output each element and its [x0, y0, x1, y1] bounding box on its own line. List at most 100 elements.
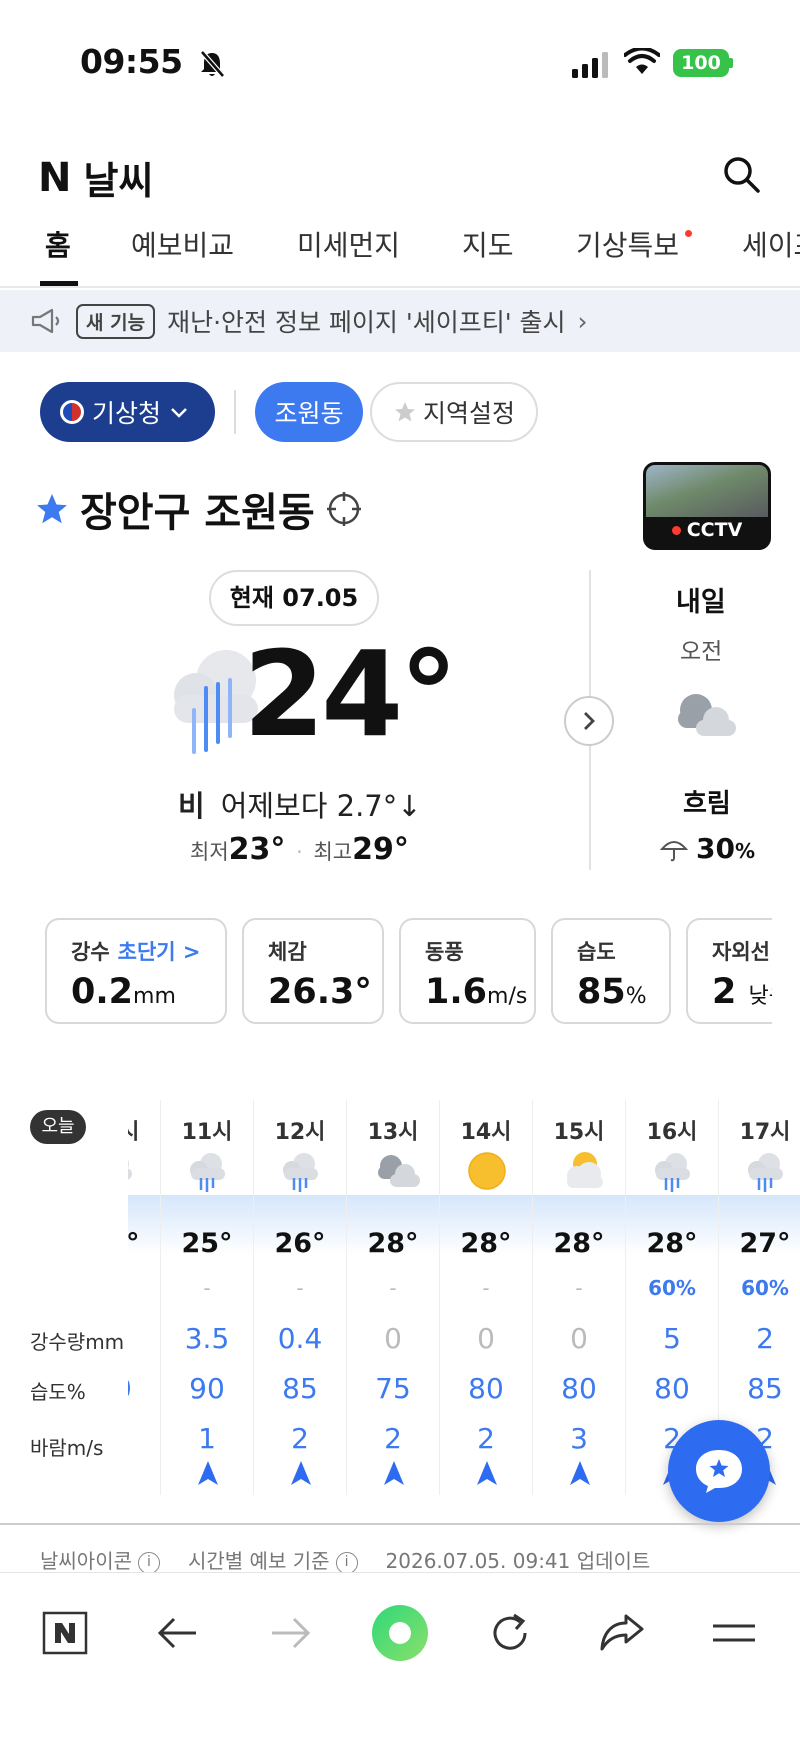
hour-temp: 28°	[460, 1228, 512, 1259]
agency-dropdown[interactable]: 기상청	[40, 382, 215, 442]
hour-humidity: 85	[747, 1372, 783, 1405]
info-icon: i	[138, 1551, 160, 1574]
wind-direction-icon	[383, 1460, 405, 1490]
forward-button[interactable]	[260, 1603, 320, 1663]
hour-temp: 28°	[553, 1228, 605, 1259]
partly-weather-icon	[559, 1150, 607, 1198]
rain-weather-icon	[187, 1150, 229, 1198]
notice-banner[interactable]: 새 기능 재난·안전 정보 페이지 '세이프티' 출시 ›	[0, 290, 800, 352]
min-max-temp: 최저23° · 최고29°	[190, 832, 409, 867]
region-settings-chip[interactable]: 지역설정	[370, 382, 538, 442]
condition-text: 비	[178, 789, 205, 823]
tomorrow-period: 오전	[680, 639, 723, 665]
rain-row-label: 강수량mm	[30, 1330, 125, 1354]
reload-button[interactable]	[480, 1603, 540, 1663]
hour-rain: 2	[756, 1322, 774, 1355]
hour-label: 11시	[181, 1120, 233, 1145]
wind-direction-icon	[569, 1460, 591, 1490]
bell-off-icon	[199, 49, 225, 78]
yesterday-compare: 어제보다 2.7°↓	[220, 789, 422, 823]
humidity-row-label: 습도%	[30, 1380, 86, 1404]
card-humidity[interactable]: 습도 85%	[551, 918, 671, 1024]
icon-credit[interactable]: 날씨아이콘 i	[40, 1545, 160, 1574]
reload-icon	[493, 1613, 527, 1650]
hamburger-menu-icon	[713, 1624, 755, 1642]
card-wind[interactable]: 동풍 1.6m/s	[399, 918, 536, 1024]
app-title-text: 날씨	[83, 159, 154, 203]
chevron-down-icon	[171, 408, 187, 418]
hour-label: 16시	[646, 1120, 698, 1145]
next-day-button[interactable]	[564, 696, 614, 746]
hour-label: 12시	[274, 1120, 326, 1145]
chatbot-button[interactable]	[668, 1420, 770, 1522]
hour-rain: 1	[128, 1322, 160, 1355]
hour-temp: 26°	[274, 1228, 326, 1259]
star-filled-icon[interactable]	[34, 491, 70, 527]
status-time: 09:55	[80, 42, 226, 81]
hour-column: 13시 28° - 0 75 2	[347, 1100, 440, 1495]
location-title: 장안구 조원동	[34, 480, 363, 538]
app-title[interactable]: N 날씨	[38, 150, 153, 205]
hour-temp: 27°	[739, 1228, 791, 1259]
hour-humidity: 80	[654, 1372, 690, 1405]
forecast-basis[interactable]: 시간별 예보 기준 i	[188, 1545, 358, 1574]
active-tab-indicator	[40, 281, 78, 286]
hour-humidity: 90	[189, 1372, 225, 1405]
hour-wind: 2	[477, 1422, 495, 1455]
naver-home-button[interactable]	[35, 1603, 95, 1663]
green-dot-button[interactable]	[370, 1603, 430, 1663]
today-label: 오늘	[30, 1110, 86, 1144]
hour-temp: 25°	[128, 1228, 140, 1259]
nowcast-link[interactable]: 초단기 >	[118, 940, 201, 964]
cloud-weather-icon	[373, 1150, 421, 1198]
hour-wind: 3	[570, 1422, 588, 1455]
megaphone-icon	[31, 308, 60, 334]
menu-button[interactable]	[704, 1603, 764, 1663]
chat-star-icon	[696, 1450, 742, 1493]
tab-home[interactable]: 홈	[45, 224, 71, 264]
card-uv[interactable]: 자외선 2 낮음	[686, 918, 772, 1024]
hour-precip-prob: -	[128, 1276, 160, 1300]
max-temp: 29°	[352, 832, 409, 867]
tab-safety[interactable]: 세이프	[742, 224, 800, 264]
hour-rain: 3.5	[184, 1322, 230, 1355]
share-button[interactable]	[592, 1603, 652, 1663]
tab-map[interactable]: 지도	[462, 224, 514, 264]
tab-fine-dust[interactable]: 미세먼지	[297, 224, 400, 264]
agency-label: 기상청	[92, 399, 162, 428]
kma-logo-icon	[60, 400, 84, 424]
card-feels-like[interactable]: 체감 26.3°	[242, 918, 384, 1024]
hour-humidity: 80	[468, 1372, 504, 1405]
hour-label: 10시	[128, 1120, 140, 1145]
cctv-button[interactable]: CCTV	[643, 462, 771, 550]
location-chip[interactable]: 조원동	[255, 382, 363, 442]
region-settings-label: 지역설정	[422, 399, 515, 428]
back-button[interactable]	[148, 1603, 208, 1663]
rain-weather-icon	[280, 1150, 322, 1198]
hour-column: 10시 25° - 1 90 1	[128, 1100, 161, 1495]
min-temp: 23°	[228, 832, 286, 867]
wind-direction-icon	[197, 1460, 219, 1490]
hour-temp: 28°	[367, 1228, 419, 1259]
rain-weather-icon	[652, 1150, 694, 1198]
tab-weather-warning[interactable]: 기상특보	[576, 224, 679, 264]
locate-icon[interactable]	[325, 490, 363, 528]
search-icon[interactable]	[722, 155, 762, 195]
hour-rain: 0	[477, 1322, 495, 1355]
location-name: 장안구 조원동	[80, 490, 315, 536]
wind-direction-icon	[290, 1460, 312, 1490]
hour-temp: 28°	[646, 1228, 698, 1259]
card-precipitation[interactable]: 강수 초단기 > 0.2mm	[45, 918, 227, 1024]
tomorrow-condition: 흐림	[683, 789, 731, 819]
hour-column: 15시 28° - 0 80 3	[533, 1100, 626, 1495]
wind-direction-icon	[476, 1460, 498, 1490]
hour-precip-prob: -	[203, 1276, 211, 1300]
sun-weather-icon	[466, 1150, 508, 1198]
share-icon	[600, 1614, 644, 1651]
hour-label: 15시	[553, 1120, 605, 1145]
hour-label: 13시	[367, 1120, 419, 1145]
hour-wind: 2	[384, 1422, 402, 1455]
hour-humidity: 90	[128, 1372, 160, 1405]
tab-forecast-compare[interactable]: 예보비교	[131, 224, 234, 264]
info-icon: i	[335, 1551, 358, 1574]
